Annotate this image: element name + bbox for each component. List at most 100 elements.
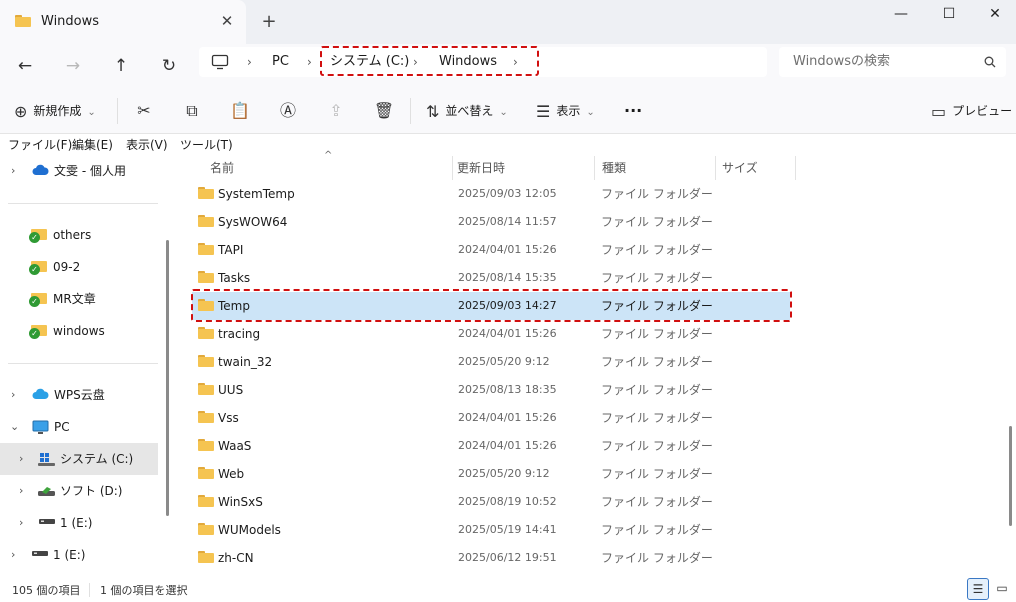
sidebar-item-e-drive[interactable]: › 1 (E:): [0, 507, 160, 539]
divider: [117, 98, 118, 124]
more-options-button[interactable]: ···: [624, 98, 642, 124]
back-button[interactable]: ←: [9, 50, 41, 82]
chevron-right-icon[interactable]: ›: [19, 507, 23, 539]
sidebar-item-windows[interactable]: windows: [0, 315, 160, 347]
file-type: ファイル フォルダー: [601, 411, 713, 425]
file-date: 2025/08/14 15:35: [458, 271, 557, 284]
folder-icon: [198, 215, 214, 227]
view-list-icon: ☰: [536, 102, 551, 121]
column-divider[interactable]: [715, 156, 716, 180]
view-button[interactable]: ☰ 表示 ⌄: [536, 98, 595, 124]
refresh-button[interactable]: ↻: [153, 50, 185, 82]
folder-icon: [198, 327, 214, 339]
column-divider[interactable]: [452, 156, 453, 180]
synced-folder-icon: [29, 228, 47, 243]
new-tab-button[interactable]: +: [258, 11, 280, 33]
maximize-button[interactable]: ☐: [926, 0, 972, 30]
chevron-right-icon[interactable]: ›: [11, 155, 15, 187]
file-row[interactable]: WaaS 2024/04/01 15:26 ファイル フォルダー: [192, 432, 790, 460]
tab-title: Windows: [41, 14, 100, 29]
sidebar-item-mr[interactable]: MR文章: [0, 283, 160, 315]
file-name: WUModels: [218, 523, 281, 537]
forward-button[interactable]: →: [57, 50, 89, 82]
file-row[interactable]: tracing 2024/04/01 15:26 ファイル フォルダー: [192, 320, 790, 348]
file-row[interactable]: SystemTemp 2025/09/03 12:05 ファイル フォルダー: [192, 180, 790, 208]
sidebar-item-09-2[interactable]: 09-2: [0, 251, 160, 283]
chevron-down-icon[interactable]: ⌄: [10, 411, 19, 443]
column-divider[interactable]: [594, 156, 595, 180]
sidebar-item-pc[interactable]: ⌄ PC: [0, 411, 160, 443]
chevron-right-icon[interactable]: ›: [11, 539, 15, 571]
chevron-right-icon[interactable]: ›: [19, 443, 23, 475]
column-header-size[interactable]: サイズ: [722, 156, 758, 180]
cut-icon[interactable]: ✂: [130, 98, 158, 124]
tab-windows[interactable]: Windows ✕: [0, 0, 246, 44]
menu-file[interactable]: ファイル(F): [8, 136, 72, 153]
sidebar-item-system-c[interactable]: › システム (C:): [0, 443, 158, 475]
up-button[interactable]: ↑: [105, 50, 137, 82]
file-row[interactable]: WinSxS 2025/08/19 10:52 ファイル フォルダー: [192, 488, 790, 516]
sidebar-item-soft-d[interactable]: › ソフト (D:): [0, 475, 160, 507]
rename-icon[interactable]: Ⓐ: [274, 98, 302, 124]
cloud-icon: [32, 164, 49, 175]
file-row[interactable]: Web 2025/05/20 9:12 ファイル フォルダー: [192, 460, 790, 488]
monitor-icon: [211, 54, 229, 70]
file-row[interactable]: SysWOW64 2025/08/14 11:57 ファイル フォルダー: [192, 208, 790, 236]
file-date: 2024/04/01 15:26: [458, 243, 557, 256]
file-type: ファイル フォルダー: [601, 271, 713, 285]
chevron-right-icon[interactable]: ›: [11, 379, 15, 411]
command-bar: ⊕ 新規作成 ⌄ ✂ ⧉ 📋 Ⓐ ⇪ 🗑 ⇅ 並べ替え ⌄ ☰ 表示 ⌄ ··· ▭ プレビュ…: [0, 88, 1016, 134]
sidebar-scrollbar[interactable]: [166, 240, 169, 516]
file-date: 2025/05/20 9:12: [458, 467, 550, 480]
search-icon: [984, 56, 996, 68]
usb-drive-icon: [39, 519, 55, 524]
column-divider[interactable]: [795, 156, 796, 180]
new-button[interactable]: ⊕ 新規作成 ⌄: [14, 98, 96, 124]
file-list-scrollbar[interactable]: [1009, 426, 1012, 526]
file-row[interactable]: twain_32 2025/05/20 9:12 ファイル フォルダー: [192, 348, 790, 376]
menu-edit[interactable]: 編集(E): [72, 136, 113, 153]
file-date: 2025/08/13 18:35: [458, 383, 557, 396]
search-input[interactable]: Windowsの検索: [779, 47, 1006, 77]
details-view-icon[interactable]: ☰: [967, 578, 989, 600]
folder-icon: [198, 467, 214, 479]
file-row[interactable]: TAPI 2024/04/01 15:26 ファイル フォルダー: [192, 236, 790, 264]
sidebar-item-wps[interactable]: › WPS云盘: [0, 379, 160, 411]
sidebar-item-onedrive[interactable]: › 文雯 - 個人用: [0, 155, 160, 187]
sort-button[interactable]: ⇅ 並べ替え ⌄: [426, 98, 508, 124]
chevron-right-icon[interactable]: ›: [19, 475, 23, 507]
file-row[interactable]: UUS 2025/08/13 18:35 ファイル フォルダー: [192, 376, 790, 404]
synced-folder-icon: [29, 292, 47, 307]
delete-icon[interactable]: 🗑: [370, 98, 398, 124]
paste-icon[interactable]: 📋: [226, 98, 254, 124]
menu-tools[interactable]: ツール(T): [180, 136, 233, 153]
file-type: ファイル フォルダー: [601, 467, 713, 481]
file-type: ファイル フォルダー: [601, 523, 713, 537]
copy-icon[interactable]: ⧉: [178, 98, 206, 124]
sidebar-item-e-drive-root[interactable]: › 1 (E:): [0, 539, 160, 571]
file-row[interactable]: WUModels 2025/05/19 14:41 ファイル フォルダー: [192, 516, 790, 544]
windows-drive-icon: [38, 453, 55, 466]
sidebar-item-others[interactable]: others: [0, 219, 160, 251]
tiles-view-icon[interactable]: ▭: [991, 578, 1013, 600]
file-row[interactable]: zh-CN 2025/06/12 19:51 ファイル フォルダー: [192, 544, 790, 572]
file-list: ^ 名前 更新日時 種類 サイズ SystemTemp 2025/09/03 12…: [176, 150, 1016, 578]
file-name: SystemTemp: [218, 187, 295, 201]
breadcrumb-separator[interactable]: ›: [307, 47, 312, 77]
column-header-date[interactable]: 更新日時: [457, 156, 505, 180]
file-row[interactable]: Tasks 2025/08/14 15:35 ファイル フォルダー: [192, 264, 790, 292]
preview-button[interactable]: ▭ プレビュー: [931, 98, 1012, 124]
menu-view[interactable]: 表示(V): [126, 136, 168, 153]
sidebar-item-label: ソフト (D:): [60, 484, 123, 498]
share-icon[interactable]: ⇪: [322, 98, 350, 124]
column-header-name[interactable]: 名前: [210, 156, 234, 180]
minimize-button[interactable]: —: [878, 0, 924, 30]
breadcrumb-pc[interactable]: PC: [272, 47, 289, 77]
file-type: ファイル フォルダー: [601, 187, 713, 201]
tab-close-icon[interactable]: ✕: [217, 11, 237, 31]
close-window-button[interactable]: ✕: [972, 0, 1016, 30]
monitor-icon: [32, 420, 49, 434]
file-date: 2025/08/19 10:52: [458, 495, 557, 508]
file-row[interactable]: Vss 2024/04/01 15:26 ファイル フォルダー: [192, 404, 790, 432]
column-header-type[interactable]: 種類: [602, 156, 626, 180]
